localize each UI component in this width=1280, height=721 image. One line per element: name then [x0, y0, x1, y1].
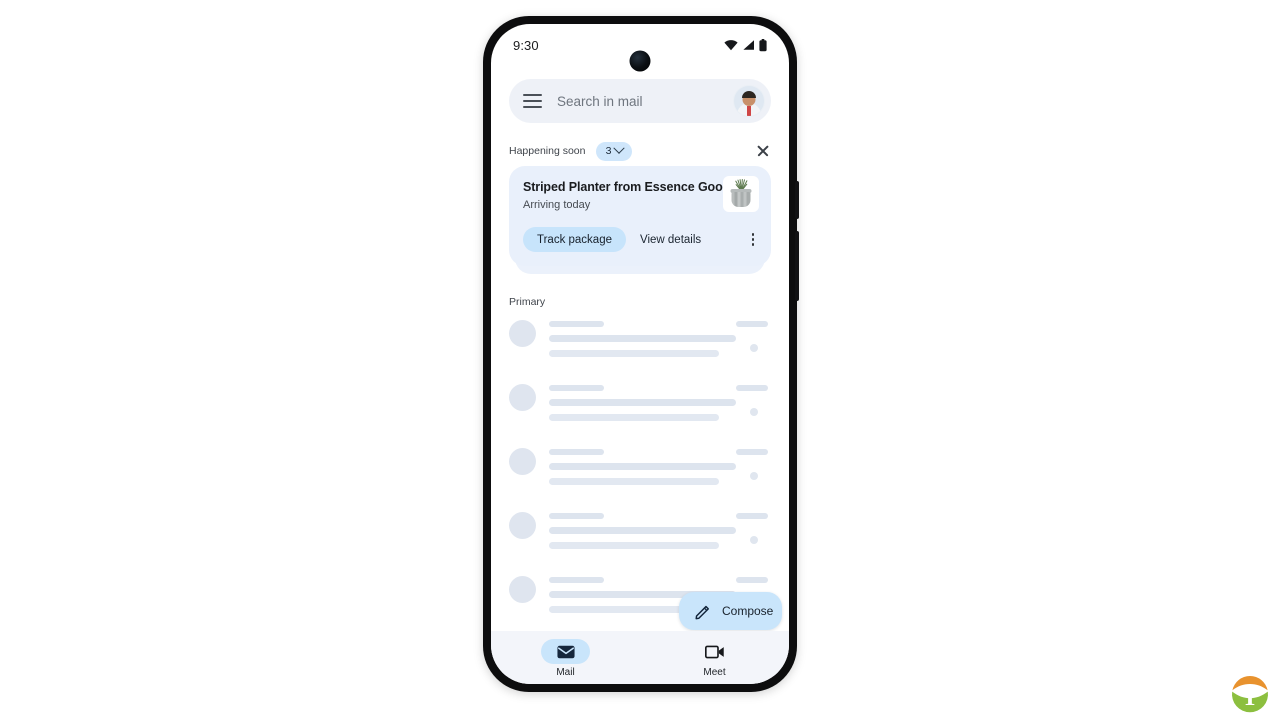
list-item-subject-placeholder: [549, 527, 736, 534]
search-input[interactable]: Search in mail: [557, 94, 733, 109]
view-details-button[interactable]: View details: [640, 234, 701, 246]
front-camera-punch-hole: [629, 50, 651, 72]
wifi-icon: [724, 40, 738, 51]
chevron-down-icon: [613, 142, 626, 154]
cell-signal-icon: [743, 40, 754, 50]
list-item-star-placeholder: [750, 408, 758, 416]
package-title: Striped Planter from Essence Goods: [523, 180, 738, 194]
battery-icon: [759, 38, 767, 51]
status-clock: 9:30: [513, 37, 539, 53]
avatar-hair: [742, 91, 756, 98]
track-package-button[interactable]: Track package: [523, 227, 626, 252]
tab-mail-pill: [541, 639, 590, 664]
watermark-icon: T: [1232, 676, 1268, 713]
list-item[interactable]: [491, 376, 789, 440]
list-item-sender-placeholder: [549, 385, 604, 391]
page-title: Primary: [509, 296, 546, 308]
list-item[interactable]: [491, 440, 789, 504]
list-item-snippet-placeholder: [549, 478, 719, 485]
planter-pot: [731, 192, 751, 207]
list-item-subject-placeholder: [549, 399, 736, 406]
list-item[interactable]: [491, 312, 789, 376]
list-item-avatar-placeholder: [509, 448, 536, 475]
tab-mail-label: Mail: [556, 667, 575, 678]
tab-meet-label: Meet: [703, 667, 726, 678]
list-item-avatar-placeholder: [509, 320, 536, 347]
list-item-star-placeholder: [750, 472, 758, 480]
list-item-subject-placeholder: [549, 335, 736, 342]
striped-planter-image: [723, 176, 759, 212]
list-item-date-placeholder: [736, 513, 768, 519]
happening-soon-label: Happening soon: [509, 145, 586, 157]
hamburger-menu-icon[interactable]: [523, 94, 542, 108]
list-item-star-placeholder: [750, 536, 758, 544]
list-item-subject-placeholder: [549, 463, 736, 470]
list-item-sender-placeholder: [549, 513, 604, 519]
package-card-stack: Striped Planter from Essence Goods Arriv…: [509, 166, 771, 274]
list-item-snippet-placeholder: [549, 350, 719, 357]
package-subtitle: Arriving today: [523, 199, 591, 212]
more-vertical-icon[interactable]: [745, 231, 761, 249]
list-item-date-placeholder: [736, 385, 768, 391]
watermark-letter: T: [1242, 685, 1258, 711]
tab-meet-pill: [690, 639, 739, 664]
close-icon[interactable]: [755, 143, 771, 159]
volume-button[interactable]: [795, 231, 799, 301]
happening-soon-count-chip[interactable]: 3: [596, 141, 633, 161]
bottom-navigation-bar: Mail Meet: [491, 631, 789, 684]
site-watermark-logo: T: [1228, 672, 1272, 716]
happening-soon-header: Happening soon 3: [509, 141, 771, 161]
happening-soon-count: 3: [605, 145, 612, 157]
search-bar[interactable]: Search in mail: [509, 79, 771, 123]
phone-device-frame: 9:30 Search in mail Happening soon 3 Str…: [483, 16, 799, 692]
list-item-avatar-placeholder: [509, 384, 536, 411]
compose-label: Compose: [722, 604, 774, 618]
envelope-icon: [556, 645, 575, 658]
list-item-sender-placeholder: [549, 577, 604, 583]
tab-mail[interactable]: Mail: [491, 631, 640, 684]
list-item-sender-placeholder: [549, 449, 604, 455]
list-item-date-placeholder: [736, 321, 768, 327]
list-item-snippet-placeholder: [549, 414, 719, 421]
pencil-icon: [695, 605, 710, 619]
video-camera-icon: [704, 645, 724, 658]
avatar-tie: [747, 106, 751, 116]
tab-meet[interactable]: Meet: [640, 631, 789, 684]
list-item-date-placeholder: [736, 449, 768, 455]
package-card[interactable]: Striped Planter from Essence Goods Arriv…: [509, 166, 771, 266]
list-item-avatar-placeholder: [509, 512, 536, 539]
package-card-actions: Track package View details: [523, 227, 761, 252]
status-icons: [724, 38, 767, 52]
list-item-sender-placeholder: [549, 321, 604, 327]
compose-button[interactable]: Compose: [679, 592, 782, 630]
list-item[interactable]: [491, 504, 789, 568]
list-item-date-placeholder: [736, 577, 768, 583]
screenshot-canvas: 9:30 Search in mail Happening soon 3 Str…: [0, 0, 1280, 720]
list-item-star-placeholder: [750, 344, 758, 352]
phone-screen: 9:30 Search in mail Happening soon 3 Str…: [491, 24, 789, 684]
list-item-avatar-placeholder: [509, 576, 536, 603]
avatar[interactable]: [733, 85, 765, 117]
power-button[interactable]: [795, 181, 799, 219]
list-item-snippet-placeholder: [549, 542, 719, 549]
